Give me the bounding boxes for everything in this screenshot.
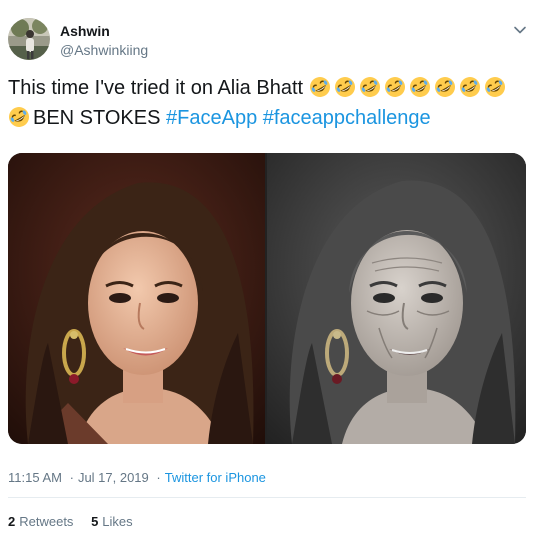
tweet-date[interactable]: Jul 17, 2019 (78, 470, 149, 485)
hashtag-faceappchallenge[interactable]: #faceappchallenge (263, 107, 431, 129)
retweets-stat[interactable]: 2 Retweets (8, 514, 73, 529)
original-photo[interactable] (8, 153, 265, 444)
author-handle[interactable]: @Ashwinkiing (60, 42, 148, 58)
rolling-on-the-floor-laughing-emoji (334, 77, 355, 97)
emoji-row (309, 77, 509, 99)
rolling-on-the-floor-laughing-emoji (484, 77, 505, 97)
likes-count: 5 (91, 514, 99, 529)
avatar[interactable] (8, 18, 50, 60)
tweet-time[interactable]: 11:15 AM (8, 470, 62, 485)
tweet-stats: 2 Retweets 5 Likes (8, 514, 147, 529)
tweet-source[interactable]: Twitter for iPhone (165, 470, 266, 485)
likes-stat[interactable]: 5 Likes (91, 514, 133, 529)
retweets-count: 2 (8, 514, 16, 529)
tweet-text-part2: BEN STOKES (33, 107, 161, 129)
chevron-down-icon[interactable] (512, 22, 528, 38)
tweet-text: This time I've tried it on Alia Bhatt BE… (8, 73, 536, 133)
emoji-row (8, 107, 33, 129)
author-display-name[interactable]: Ashwin (60, 23, 110, 39)
rolling-on-the-floor-laughing-emoji (409, 77, 430, 97)
retweets-label: Retweets (19, 514, 74, 529)
rolling-on-the-floor-laughing-emoji (309, 77, 330, 97)
meta-separator: · (69, 470, 74, 485)
divider (8, 497, 526, 498)
aged-photo[interactable] (267, 153, 526, 444)
rolling-on-the-floor-laughing-emoji (434, 77, 455, 97)
tweet: Ashwin @Ashwinkiing This time I've tried… (0, 0, 544, 534)
rolling-on-the-floor-laughing-emoji (359, 77, 380, 97)
media-grid (8, 153, 526, 444)
rolling-on-the-floor-laughing-emoji (459, 77, 480, 97)
rolling-on-the-floor-laughing-emoji (384, 77, 405, 97)
likes-label: Likes (102, 514, 133, 529)
hashtag-faceapp[interactable]: #FaceApp (166, 107, 257, 129)
tweet-text-part1: This time I've tried it on Alia Bhatt (8, 77, 304, 99)
rolling-on-the-floor-laughing-emoji (9, 107, 29, 127)
meta-separator: · (156, 470, 161, 485)
tweet-meta: 11:15 AM · Jul 17, 2019 · Twitter for iPho… (8, 470, 266, 485)
